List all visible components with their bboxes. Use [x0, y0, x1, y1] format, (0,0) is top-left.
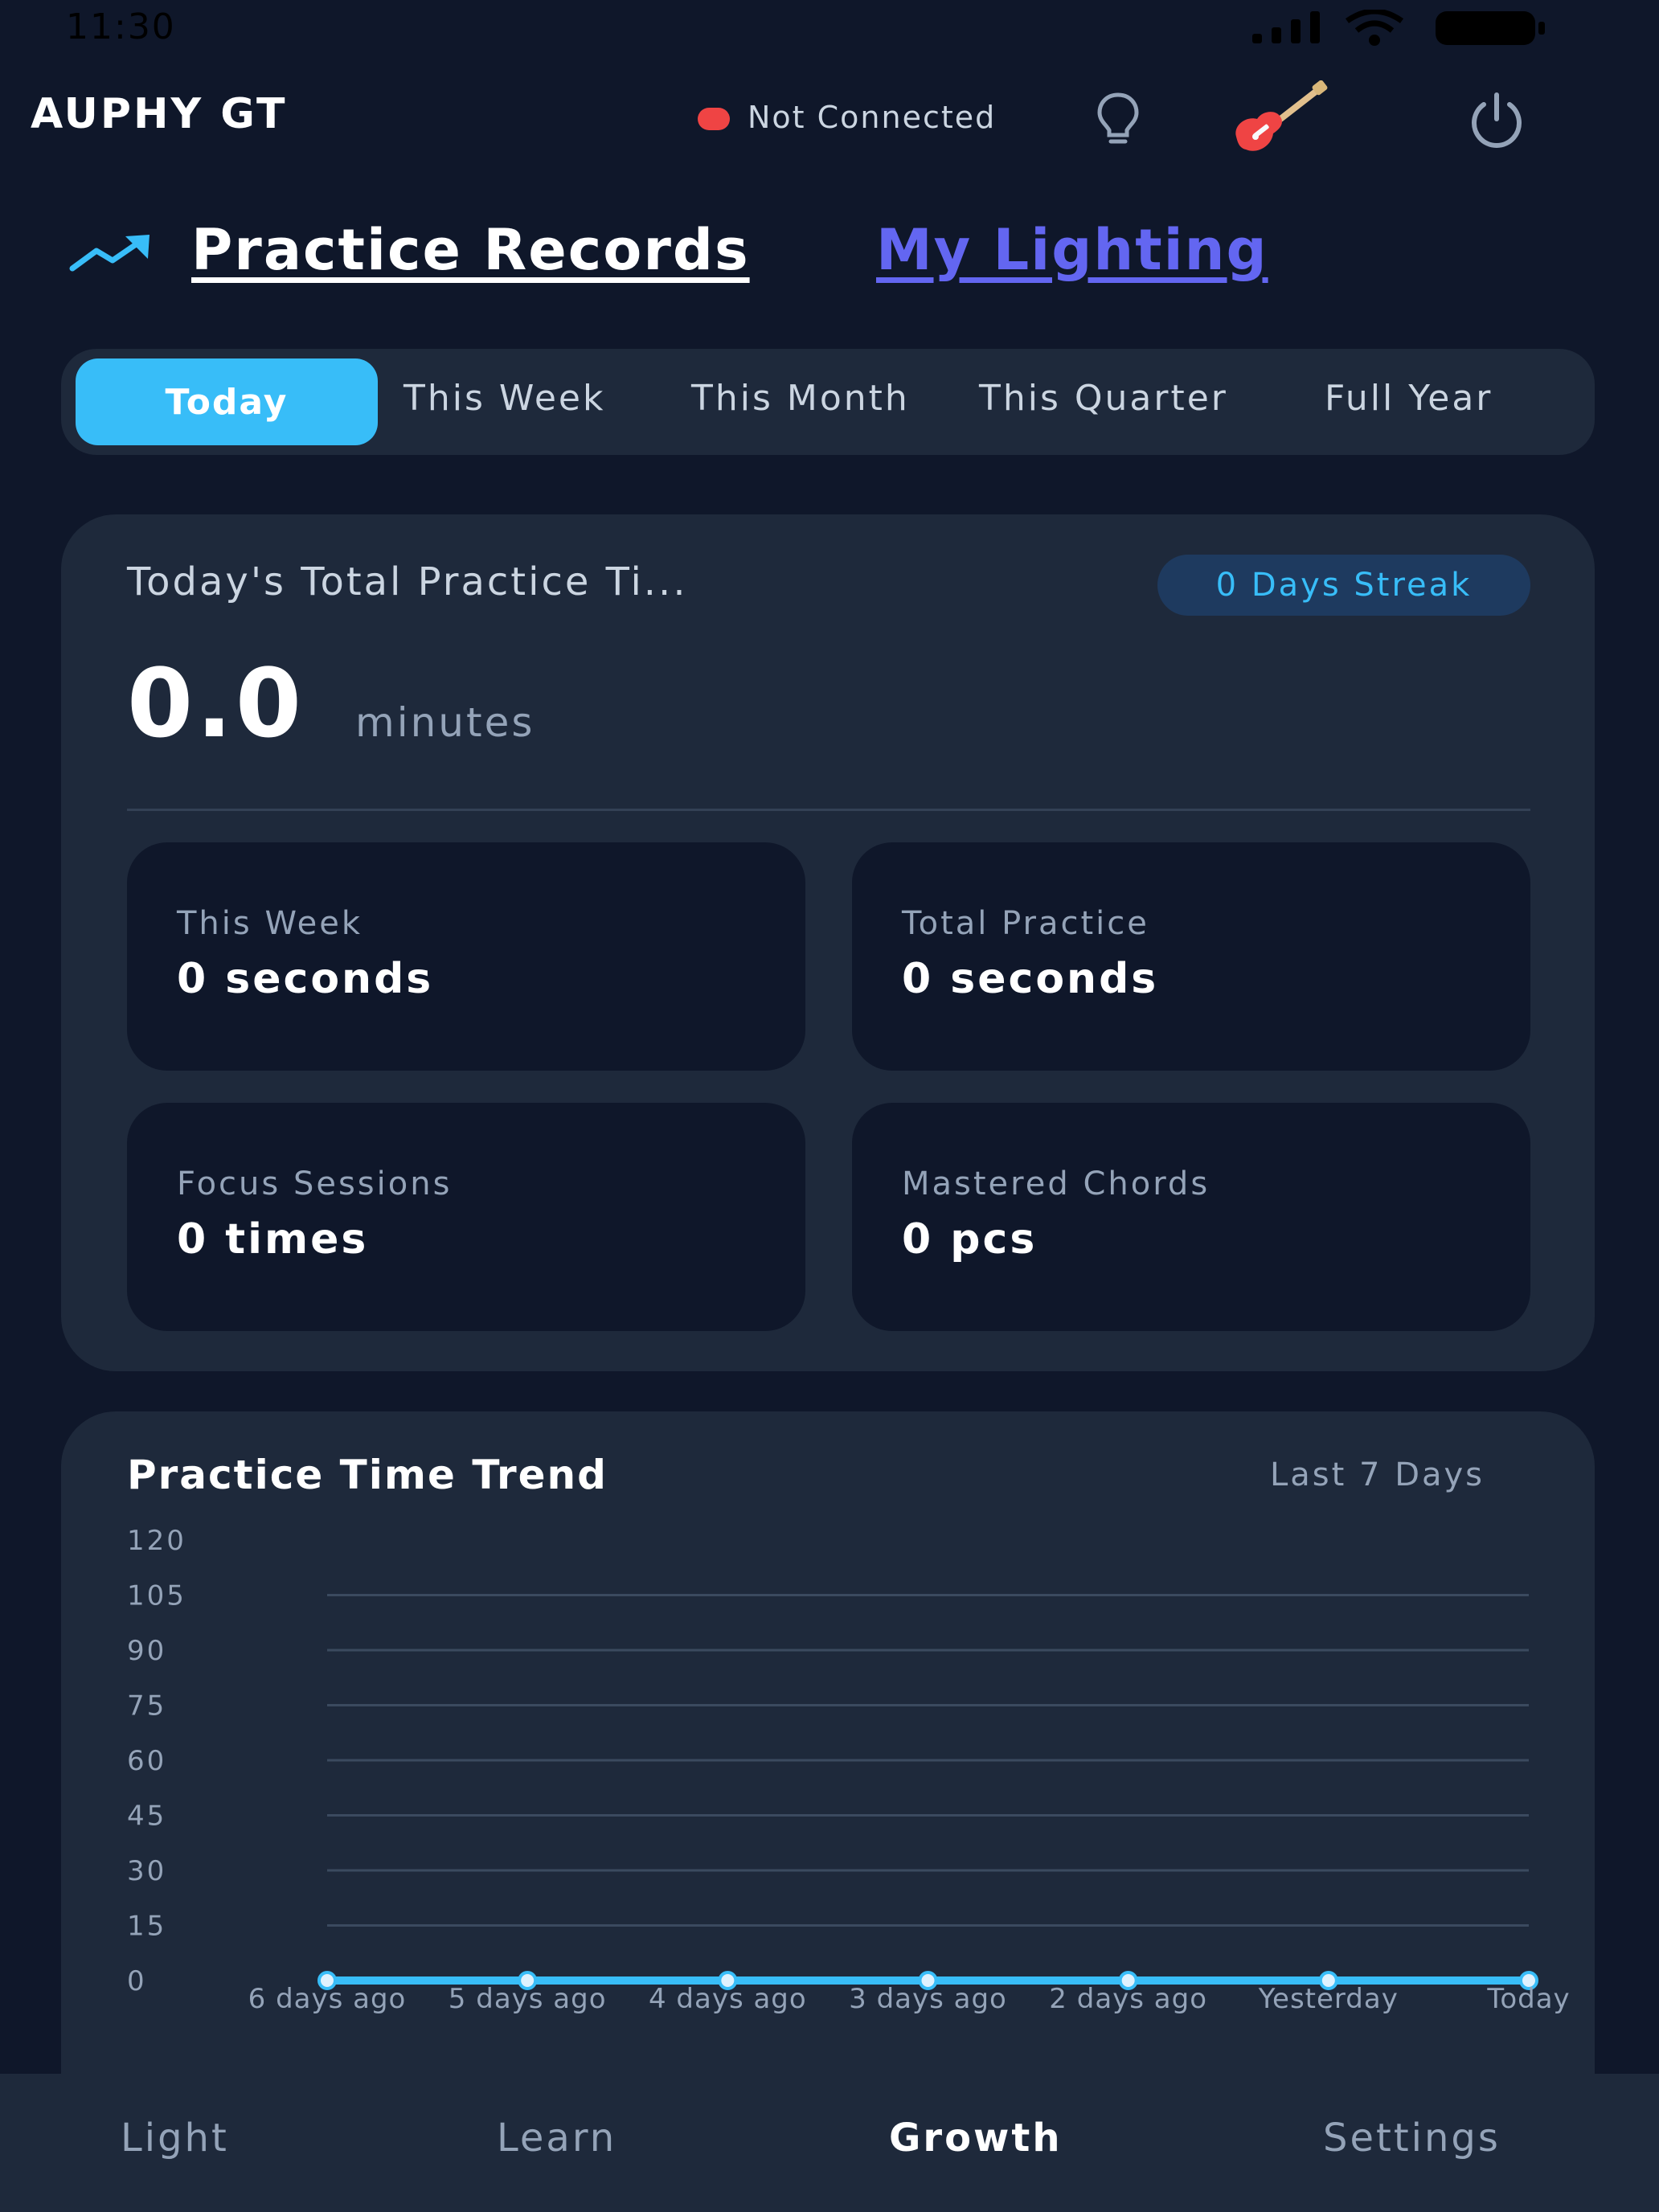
chart-title: Practice Time Trend: [127, 1452, 608, 1498]
app-title: AUPHY GT: [31, 90, 288, 138]
stat-card-total-practice: Total Practice 0 seconds: [852, 842, 1530, 1071]
period-tab-this-quarter[interactable]: This Quarter: [979, 378, 1228, 419]
stat-card-focus-sessions: Focus Sessions 0 times: [127, 1103, 805, 1331]
status-time: 11:30: [66, 6, 176, 47]
status-bar: 11:30: [0, 0, 1659, 58]
connection-status-dot: [698, 108, 730, 130]
stat-value: 0 seconds: [177, 955, 434, 1003]
nav-light[interactable]: Light: [121, 2116, 229, 2161]
period-tab-this-month[interactable]: This Month: [691, 378, 910, 419]
stat-value: 0 pcs: [902, 1215, 1038, 1264]
guitar-icon[interactable]: [1230, 80, 1328, 154]
period-tab-this-week[interactable]: This Week: [403, 378, 605, 419]
streak-badge: 0 Days Streak: [1157, 555, 1530, 616]
wifi-icon: [1345, 10, 1404, 46]
total-practice-unit: minutes: [355, 699, 535, 746]
tab-my-lighting[interactable]: My Lighting: [876, 217, 1268, 283]
period-tab-today[interactable]: Today: [76, 358, 378, 445]
nav-settings[interactable]: Settings: [1323, 2116, 1501, 2161]
stat-label: Total Practice: [902, 905, 1149, 942]
total-practice-label: Today's Total Practice Ti...: [127, 559, 688, 604]
chart-range: Last 7 Days: [1270, 1456, 1485, 1493]
stat-card-this-week: This Week 0 seconds: [127, 842, 805, 1071]
battery-icon: [1436, 11, 1545, 45]
connection-status[interactable]: Not Connected: [748, 100, 996, 135]
period-tab-full-year[interactable]: Full Year: [1325, 378, 1493, 419]
signal-icon: [1252, 11, 1320, 43]
stat-label: Mastered Chords: [902, 1165, 1210, 1202]
trend-up-icon: [69, 235, 150, 272]
summary-divider: [127, 809, 1530, 811]
power-icon[interactable]: [1464, 88, 1529, 153]
total-practice-value: 0.0: [127, 648, 305, 759]
stat-value: 0 times: [177, 1215, 369, 1264]
nav-growth[interactable]: Growth: [889, 2116, 1063, 2161]
tab-practice-records[interactable]: Practice Records: [191, 217, 750, 283]
stat-label: Focus Sessions: [177, 1165, 453, 1202]
bulb-icon[interactable]: [1090, 90, 1146, 146]
stat-card-mastered-chords: Mastered Chords 0 pcs: [852, 1103, 1530, 1331]
stat-value: 0 seconds: [902, 955, 1159, 1003]
nav-learn[interactable]: Learn: [497, 2116, 616, 2161]
stat-label: This Week: [177, 905, 363, 942]
app-screen: 11:30 AUPHY GT Not Connected Practice Re…: [0, 0, 1659, 2212]
